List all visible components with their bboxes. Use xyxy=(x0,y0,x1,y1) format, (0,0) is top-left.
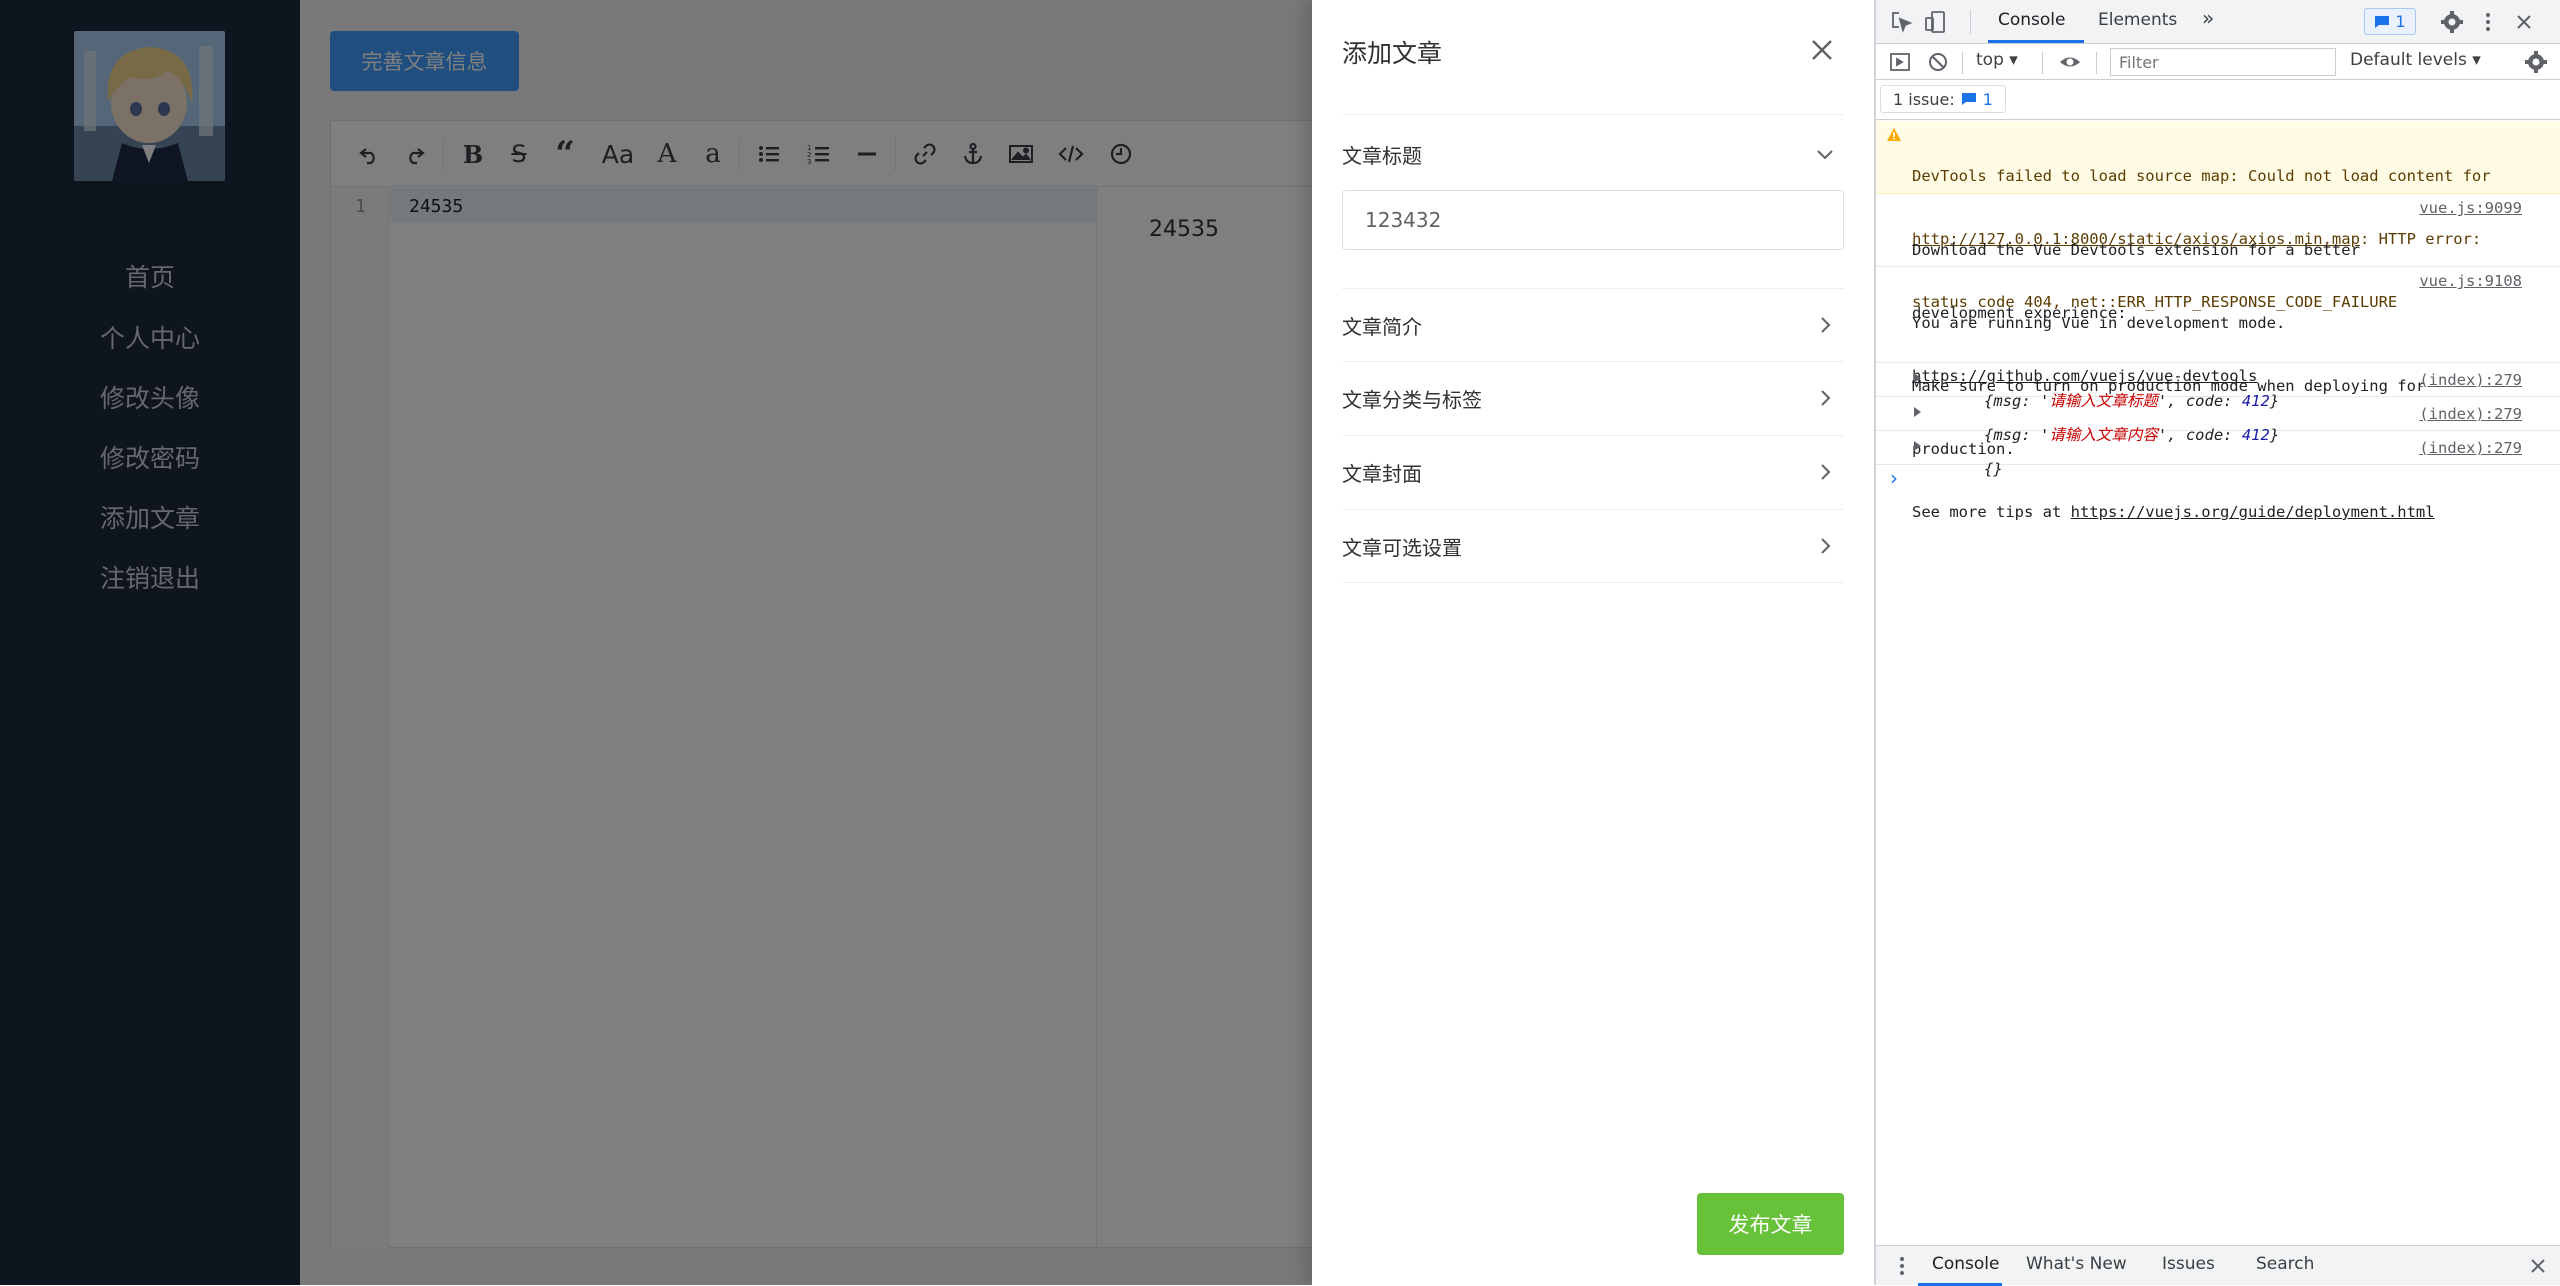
section-label: 文章简介 xyxy=(1342,314,1422,339)
issues-badge[interactable]: 1 xyxy=(2364,8,2416,35)
drawer-tab-search[interactable]: Search xyxy=(2256,1254,2314,1274)
chevron-down-icon xyxy=(1817,150,1833,160)
context-select[interactable]: top ▾ xyxy=(1976,50,2018,70)
source-link[interactable]: (index):279 xyxy=(2419,404,2522,425)
log-levels-select[interactable]: Default levels ▾ xyxy=(2350,50,2481,70)
log-line: You are running Vue in development mode. xyxy=(1912,314,2286,332)
settings-gear-icon[interactable] xyxy=(2440,10,2464,34)
tab-console[interactable]: Console xyxy=(1998,10,2066,30)
sidebar-toggle-icon[interactable] xyxy=(1888,50,1912,74)
devtools-drawer-tabs: Console What's New Issues Search xyxy=(1876,1245,2560,1286)
devtools-panel: Console Elements » 1 top ▾ Filter Defaul… xyxy=(1874,0,2560,1286)
issues-count: 1 xyxy=(1982,89,1993,109)
expand-triangle-icon[interactable] xyxy=(1914,407,1921,417)
section-label: 文章可选设置 xyxy=(1342,535,1462,560)
source-link[interactable]: vue.js:9099 xyxy=(2419,198,2522,219)
more-options-icon[interactable] xyxy=(2476,10,2500,34)
section-article-summary[interactable]: 文章简介 xyxy=(1342,289,1844,361)
close-drawer-icon[interactable] xyxy=(2526,1254,2550,1278)
section-article-title[interactable]: 文章标题 xyxy=(1342,118,1844,190)
issues-badge-count: 1 xyxy=(2395,12,2406,31)
console-warning-message: DevTools failed to load source map: Coul… xyxy=(1876,121,2560,311)
console-settings-gear-icon[interactable] xyxy=(2524,50,2548,74)
drawer-tab-console[interactable]: Console xyxy=(1932,1254,2000,1274)
drawer-tab-whats-new[interactable]: What's New xyxy=(2026,1254,2127,1274)
console-log-message: Download the Vue Devtools extension for … xyxy=(1876,195,2560,385)
article-title-input[interactable] xyxy=(1342,190,1844,250)
console-filter-bar: top ▾ Default levels ▾ xyxy=(1876,44,2560,80)
chevron-right-icon xyxy=(1821,317,1831,333)
devtools-topbar: Console Elements » 1 xyxy=(1876,0,2560,44)
source-link[interactable]: (index):279 xyxy=(2419,370,2522,391)
console-object-message[interactable]: {msg: '请输入文章内容', code: 412} (index):279 xyxy=(1876,398,2560,444)
source-link[interactable]: (index):279 xyxy=(2419,438,2522,459)
drawer-tab-issues[interactable]: Issues xyxy=(2162,1254,2215,1274)
drawer-title: 添加文章 xyxy=(1342,39,1443,68)
section-label: 文章标题 xyxy=(1342,143,1422,168)
live-expression-eye-icon[interactable] xyxy=(2058,50,2082,74)
source-link[interactable]: vue.js:9108 xyxy=(2419,271,2522,292)
clear-console-icon[interactable] xyxy=(1926,50,1950,74)
drawer-menu-icon[interactable] xyxy=(1890,1254,1914,1278)
expand-triangle-icon[interactable] xyxy=(1914,373,1921,383)
section-optional-settings[interactable]: 文章可选设置 xyxy=(1342,510,1844,582)
console-object-message[interactable]: {msg: '请输入文章标题', code: 412} (index):279 xyxy=(1876,364,2560,410)
app-page: 首页 个人中心 修改头像 修改密码 添加文章 注销退出 完善文章信息 B S “… xyxy=(0,0,1874,1285)
warning-icon xyxy=(1887,128,1901,141)
console-prompt[interactable]: › xyxy=(1890,466,1898,490)
chevron-right-icon xyxy=(1821,538,1831,554)
chevron-right-icon xyxy=(1821,464,1831,480)
section-cover[interactable]: 文章封面 xyxy=(1342,436,1844,508)
close-icon[interactable] xyxy=(1806,34,1838,66)
message-icon xyxy=(1961,93,1976,105)
close-devtools-icon[interactable] xyxy=(2512,10,2536,34)
warning-line-1: DevTools failed to load source map: Coul… xyxy=(1912,167,2491,185)
vue-deployment-link[interactable]: https://vuejs.org/guide/deployment.html xyxy=(2071,503,2435,521)
section-category-tags[interactable]: 文章分类与标签 xyxy=(1342,362,1844,434)
console-filter-input[interactable] xyxy=(2110,48,2336,76)
log-line: Download the Vue Devtools extension for … xyxy=(1912,241,2360,259)
device-toolbar-icon[interactable] xyxy=(1924,10,1948,34)
publish-article-button[interactable]: 发布文章 xyxy=(1697,1193,1844,1255)
issues-label: 1 issue: xyxy=(1893,89,1955,109)
section-label: 文章分类与标签 xyxy=(1342,387,1482,412)
console-log-message: You are running Vue in development mode.… xyxy=(1876,268,2560,521)
chevron-right-icon xyxy=(1821,390,1831,406)
section-label: 文章封面 xyxy=(1342,461,1422,486)
more-tabs-icon[interactable]: » xyxy=(2202,6,2214,30)
inspect-element-icon[interactable] xyxy=(1890,10,1914,34)
console-object-message[interactable]: {} (index):279 xyxy=(1876,432,2560,478)
log-line: See more tips at xyxy=(1912,503,2071,521)
expand-triangle-icon[interactable] xyxy=(1914,441,1921,451)
issues-link[interactable]: 1 issue: 1 xyxy=(1880,85,2006,113)
add-article-drawer: 添加文章 文章标题 文章简介 文章分类与标签 文章封面 文章可选设置 xyxy=(1312,0,1874,1285)
message-icon xyxy=(2375,15,2390,28)
issues-bar: 1 issue: 1 xyxy=(1876,80,2560,120)
tab-elements[interactable]: Elements xyxy=(2098,10,2177,30)
